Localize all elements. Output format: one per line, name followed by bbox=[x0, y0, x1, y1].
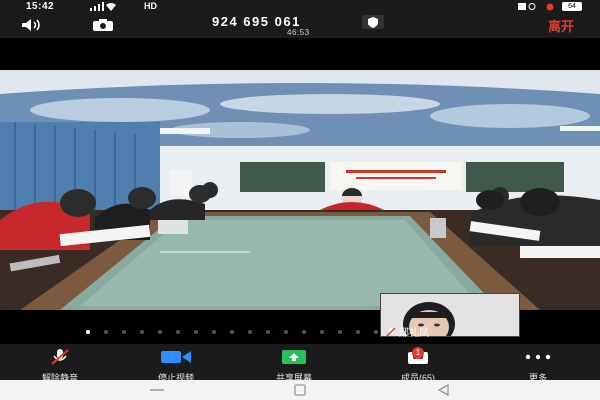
pagination-dot[interactable] bbox=[266, 330, 270, 334]
pagination-dot[interactable] bbox=[320, 330, 324, 334]
pagination-dot[interactable] bbox=[230, 330, 234, 334]
camera-switch-icon[interactable] bbox=[92, 18, 114, 32]
status-right-icons: 64 bbox=[512, 2, 582, 11]
video-camera-icon bbox=[161, 351, 191, 363]
back-nav-icon[interactable] bbox=[436, 384, 452, 396]
status-bar: 15:42 HD 64 bbox=[0, 0, 600, 14]
network-type: HD bbox=[144, 1, 157, 11]
pagination-dot[interactable] bbox=[140, 330, 144, 334]
stop-video-button[interactable]: 停止视频 bbox=[144, 344, 208, 383]
pagination-dot[interactable] bbox=[356, 330, 360, 334]
video-top-gap bbox=[0, 38, 600, 70]
meeting-id[interactable]: 924 695 061 bbox=[212, 14, 301, 29]
pagination-dot[interactable] bbox=[158, 330, 162, 334]
shield-icon[interactable] bbox=[362, 15, 384, 29]
pagination-dot[interactable] bbox=[302, 330, 306, 334]
active-speaker-video[interactable] bbox=[0, 70, 600, 310]
signal-icon bbox=[90, 2, 116, 11]
vibrate-icon bbox=[518, 3, 536, 10]
alarm-icon bbox=[546, 3, 554, 11]
participants-badge: 1 bbox=[412, 347, 424, 359]
more-icon bbox=[525, 354, 551, 360]
leave-button[interactable]: 离开 bbox=[548, 16, 574, 35]
conference-room-scene bbox=[0, 70, 600, 310]
recent-nav-icon[interactable] bbox=[148, 384, 166, 396]
pagination-dot[interactable] bbox=[104, 330, 108, 334]
self-view-label: 邢礼凤 bbox=[386, 324, 429, 339]
unmute-button[interactable]: 解除静音 bbox=[28, 344, 92, 383]
pagination-dot[interactable] bbox=[176, 330, 180, 334]
status-time: 15:42 bbox=[26, 1, 55, 12]
share-screen-button[interactable]: 共享屏幕 bbox=[262, 344, 326, 383]
meeting-header: 924 695 061 46:53 离开 bbox=[0, 14, 600, 38]
pagination-dot[interactable] bbox=[212, 330, 216, 334]
meeting-toolbar: 解除静音 停止视频 共享屏幕 1 成员(65) 更多 bbox=[0, 344, 600, 383]
self-view-name: 邢礼凤 bbox=[399, 328, 429, 339]
pagination-dot[interactable] bbox=[248, 330, 252, 334]
share-screen-icon bbox=[282, 350, 306, 364]
home-nav-icon[interactable] bbox=[292, 384, 308, 396]
battery-icon: 64 bbox=[562, 2, 582, 11]
participants-button[interactable]: 1 成员(65) bbox=[386, 344, 450, 383]
pagination-dot[interactable] bbox=[374, 330, 378, 334]
pagination-dot[interactable] bbox=[284, 330, 288, 334]
microphone-muted-small-icon bbox=[386, 326, 396, 337]
status-icons bbox=[62, 2, 116, 11]
pagination-dot[interactable] bbox=[194, 330, 198, 334]
pagination-dot[interactable] bbox=[86, 330, 90, 334]
more-button[interactable]: 更多 bbox=[510, 344, 566, 383]
meeting-timer: 46:53 bbox=[287, 28, 310, 37]
system-nav-bar bbox=[0, 380, 600, 400]
pagination-dot[interactable] bbox=[338, 330, 342, 334]
pagination-dot[interactable] bbox=[122, 330, 126, 334]
microphone-muted-icon bbox=[51, 349, 69, 365]
speaker-icon[interactable] bbox=[20, 18, 44, 32]
